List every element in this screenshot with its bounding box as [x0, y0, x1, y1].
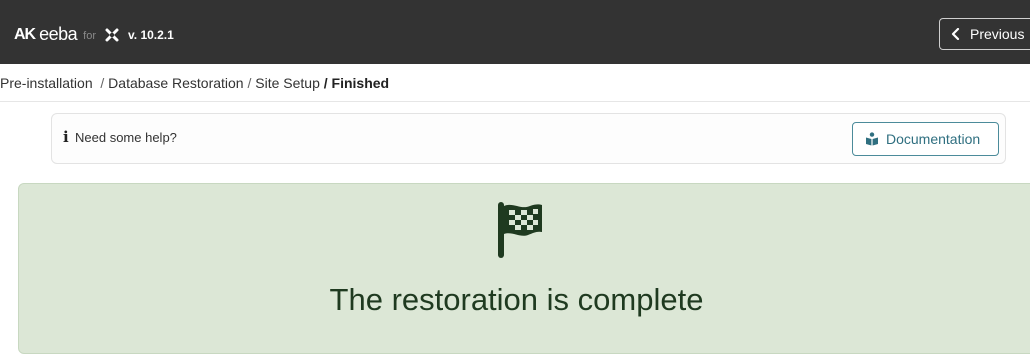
- info-icon: i: [63, 128, 69, 146]
- breadcrumb-current: Finished: [331, 74, 390, 91]
- logo-name: eeba: [39, 24, 78, 44]
- documentation-button[interactable]: Documentation: [852, 122, 999, 156]
- joomla-icon: [105, 28, 119, 41]
- breadcrumb-separator: [93, 75, 101, 91]
- help-panel: i Need some help? Documentation: [51, 113, 1006, 164]
- breadcrumb-item-preinstallation: Pre-installation: [0, 74, 93, 91]
- top-header: AK eeba for v. 10.2.1 Previous: [0, 0, 1030, 64]
- breadcrumb-item-site-setup: Site Setup: [255, 74, 320, 91]
- restoration-complete-panel: The restoration is complete: [18, 183, 1030, 354]
- documentation-button-label: Documentation: [886, 131, 981, 147]
- book-reader-icon: [866, 132, 878, 146]
- chevron-left-icon: [951, 28, 960, 40]
- akeeba-logo: AK eeba for v. 10.2.1: [14, 24, 174, 45]
- breadcrumb-item-database: Database Restoration: [108, 74, 244, 91]
- breadcrumb: Pre-installation / Database Restoration …: [0, 64, 1030, 102]
- previous-button[interactable]: Previous: [939, 18, 1030, 50]
- logo-for: for: [83, 29, 96, 42]
- logo-prefix: AK: [14, 25, 36, 43]
- help-text: Need some help?: [75, 130, 177, 145]
- previous-button-label: Previous: [970, 26, 1025, 42]
- restoration-complete-title: The restoration is complete: [329, 282, 704, 317]
- checkered-flag-icon: [498, 202, 542, 258]
- version-label: v. 10.2.1: [128, 28, 174, 42]
